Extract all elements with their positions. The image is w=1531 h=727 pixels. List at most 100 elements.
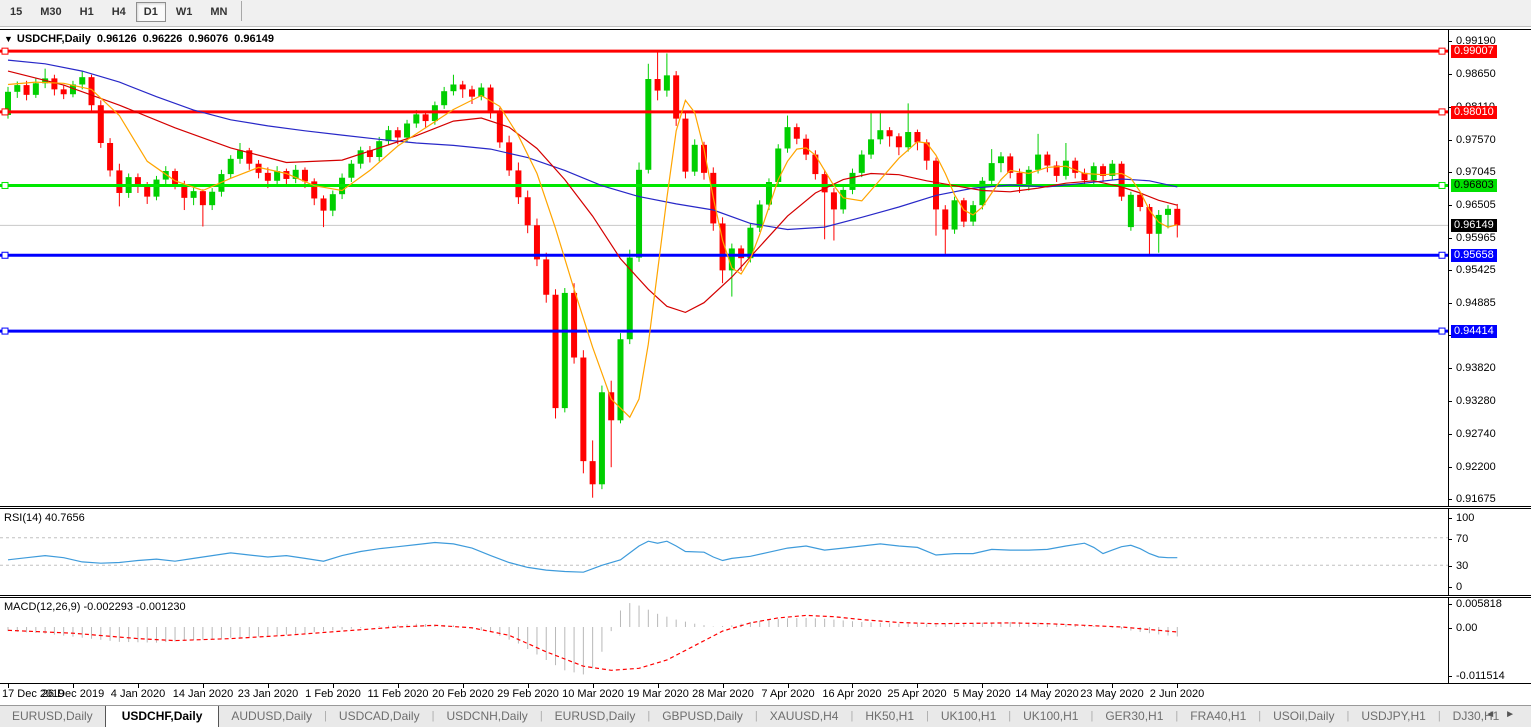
candle: [107, 138, 113, 176]
candle: [1035, 134, 1041, 174]
macd-axis-label: 0.005818: [1456, 599, 1502, 610]
hline-handle[interactable]: [2, 182, 8, 188]
candle: [200, 189, 206, 226]
candle: [794, 123, 800, 144]
tab-audusd-daily[interactable]: AUDUSD,Daily: [219, 706, 324, 727]
candle: [989, 149, 995, 184]
tab-usdcnh-daily[interactable]: USDCNH,Daily: [434, 706, 539, 727]
candle: [385, 126, 391, 146]
macd-axis-tick: [1448, 604, 1452, 605]
hline-handle[interactable]: [1439, 182, 1445, 188]
price-axis-label: 0.98650: [1456, 69, 1496, 80]
candle: [636, 162, 642, 261]
candle: [1100, 164, 1106, 182]
rsi-axis-label: 100: [1456, 513, 1474, 524]
timeframe-button-w1[interactable]: W1: [168, 2, 201, 22]
candle: [478, 83, 484, 100]
tab-uk100-h1[interactable]: UK100,H1: [1011, 706, 1090, 727]
timeframe-button-h1[interactable]: H1: [72, 2, 102, 22]
hline-handle[interactable]: [1439, 48, 1445, 54]
macd-pane: MACD(12,26,9) -0.002293 -0.001230 0.0058…: [0, 597, 1531, 684]
symbol-dropdown-icon[interactable]: ▼: [4, 34, 13, 44]
macd-axis-tick: [1448, 628, 1452, 629]
candle: [367, 146, 373, 162]
timeframe-button-d1[interactable]: D1: [136, 2, 166, 22]
candle: [580, 350, 586, 473]
date-axis-label: 14 Jan 2020: [173, 688, 234, 700]
candle: [1128, 192, 1134, 231]
date-axis-label: 11 Feb 2020: [368, 688, 429, 700]
candle: [720, 217, 726, 283]
candle: [868, 113, 874, 159]
candle: [562, 288, 568, 412]
tab-eurusd-daily[interactable]: EURUSD,Daily: [543, 706, 648, 727]
rsi-axis-label: 0: [1456, 582, 1462, 593]
candle: [237, 143, 243, 164]
candle: [246, 148, 252, 170]
candlestick-chart[interactable]: [0, 30, 1448, 506]
timeframe-button-15[interactable]: 15: [2, 2, 30, 22]
tab-scroll-right-icon[interactable]: ►: [1505, 709, 1525, 720]
hline-handle[interactable]: [2, 109, 8, 115]
rsi-chart[interactable]: [0, 509, 1448, 595]
candle: [1054, 161, 1060, 182]
macd-chart[interactable]: [0, 598, 1448, 683]
candle: [682, 113, 688, 179]
timeframe-button-h4[interactable]: H4: [104, 2, 134, 22]
hline-handle[interactable]: [1439, 328, 1445, 334]
price-axis-tick: [1448, 140, 1452, 141]
chart-header: ▼USDCHF,Daily0.961260.962260.960760.9614…: [4, 33, 280, 45]
tab-gbpusd-daily[interactable]: GBPUSD,Daily: [650, 706, 755, 727]
candle: [506, 136, 512, 176]
timeframe-button-m30[interactable]: M30: [32, 2, 69, 22]
candle: [228, 155, 234, 178]
hline-handle[interactable]: [2, 48, 8, 54]
hline-handle[interactable]: [1439, 252, 1445, 258]
candle: [534, 219, 540, 267]
candle: [840, 186, 846, 214]
price-axis-label: 0.93280: [1456, 396, 1496, 407]
tab-usdcad-daily[interactable]: USDCAD,Daily: [327, 706, 432, 727]
candle: [515, 162, 521, 203]
tab-xauusd-h4[interactable]: XAUUSD,H4: [758, 706, 851, 727]
candle: [998, 152, 1004, 172]
symbol-tab-bar: EURUSD,DailyUSDCHF,DailyAUDUSD,Daily|USD…: [0, 705, 1531, 727]
tab-usoil-daily[interactable]: USOil,Daily: [1261, 706, 1346, 727]
quote-close: 0.96149: [234, 33, 274, 45]
candle: [311, 178, 317, 205]
tab-fra40-h1[interactable]: FRA40,H1: [1178, 706, 1258, 727]
moving-average-fast: [8, 82, 1177, 417]
price-axis-tick: [1448, 401, 1452, 402]
candle: [896, 133, 902, 155]
tab-usdjpy-h1[interactable]: USDJPY,H1: [1349, 706, 1437, 727]
price-badge: 0.96803: [1451, 179, 1497, 192]
candle: [1109, 160, 1115, 180]
price-axis-tick: [1448, 205, 1452, 206]
candle: [51, 75, 57, 96]
tab-usdchf-daily[interactable]: USDCHF,Daily: [105, 706, 220, 727]
macd-label: MACD(12,26,9) -0.002293 -0.001230: [4, 601, 186, 613]
price-axis-tick: [1448, 41, 1452, 42]
tab-scroll-left-icon[interactable]: ◄: [1485, 709, 1505, 720]
date-axis-label: 29 Feb 2020: [497, 688, 559, 700]
candle: [497, 108, 503, 148]
candle: [590, 440, 596, 497]
candle: [961, 198, 967, 227]
tab-uk100-h1[interactable]: UK100,H1: [929, 706, 1008, 727]
tab-ger30-h1[interactable]: GER30,H1: [1093, 706, 1175, 727]
tab-hk50-h1[interactable]: HK50,H1: [853, 706, 926, 727]
candle: [98, 100, 104, 148]
hline-handle[interactable]: [2, 328, 8, 334]
tab-eurusd-daily[interactable]: EURUSD,Daily: [0, 706, 105, 727]
rsi-label: RSI(14) 40.7656: [4, 512, 85, 524]
date-axis-label: 28 Mar 2020: [692, 688, 754, 700]
macd-axis-label: -0.011514: [1456, 671, 1505, 682]
candle: [673, 71, 679, 126]
candle: [914, 130, 920, 151]
price-axis-tick: [1448, 434, 1452, 435]
timeframe-button-mn[interactable]: MN: [202, 2, 235, 22]
candle: [831, 188, 837, 240]
hline-handle[interactable]: [1439, 109, 1445, 115]
hline-handle[interactable]: [2, 252, 8, 258]
price-axis-label: 0.93820: [1456, 363, 1496, 374]
